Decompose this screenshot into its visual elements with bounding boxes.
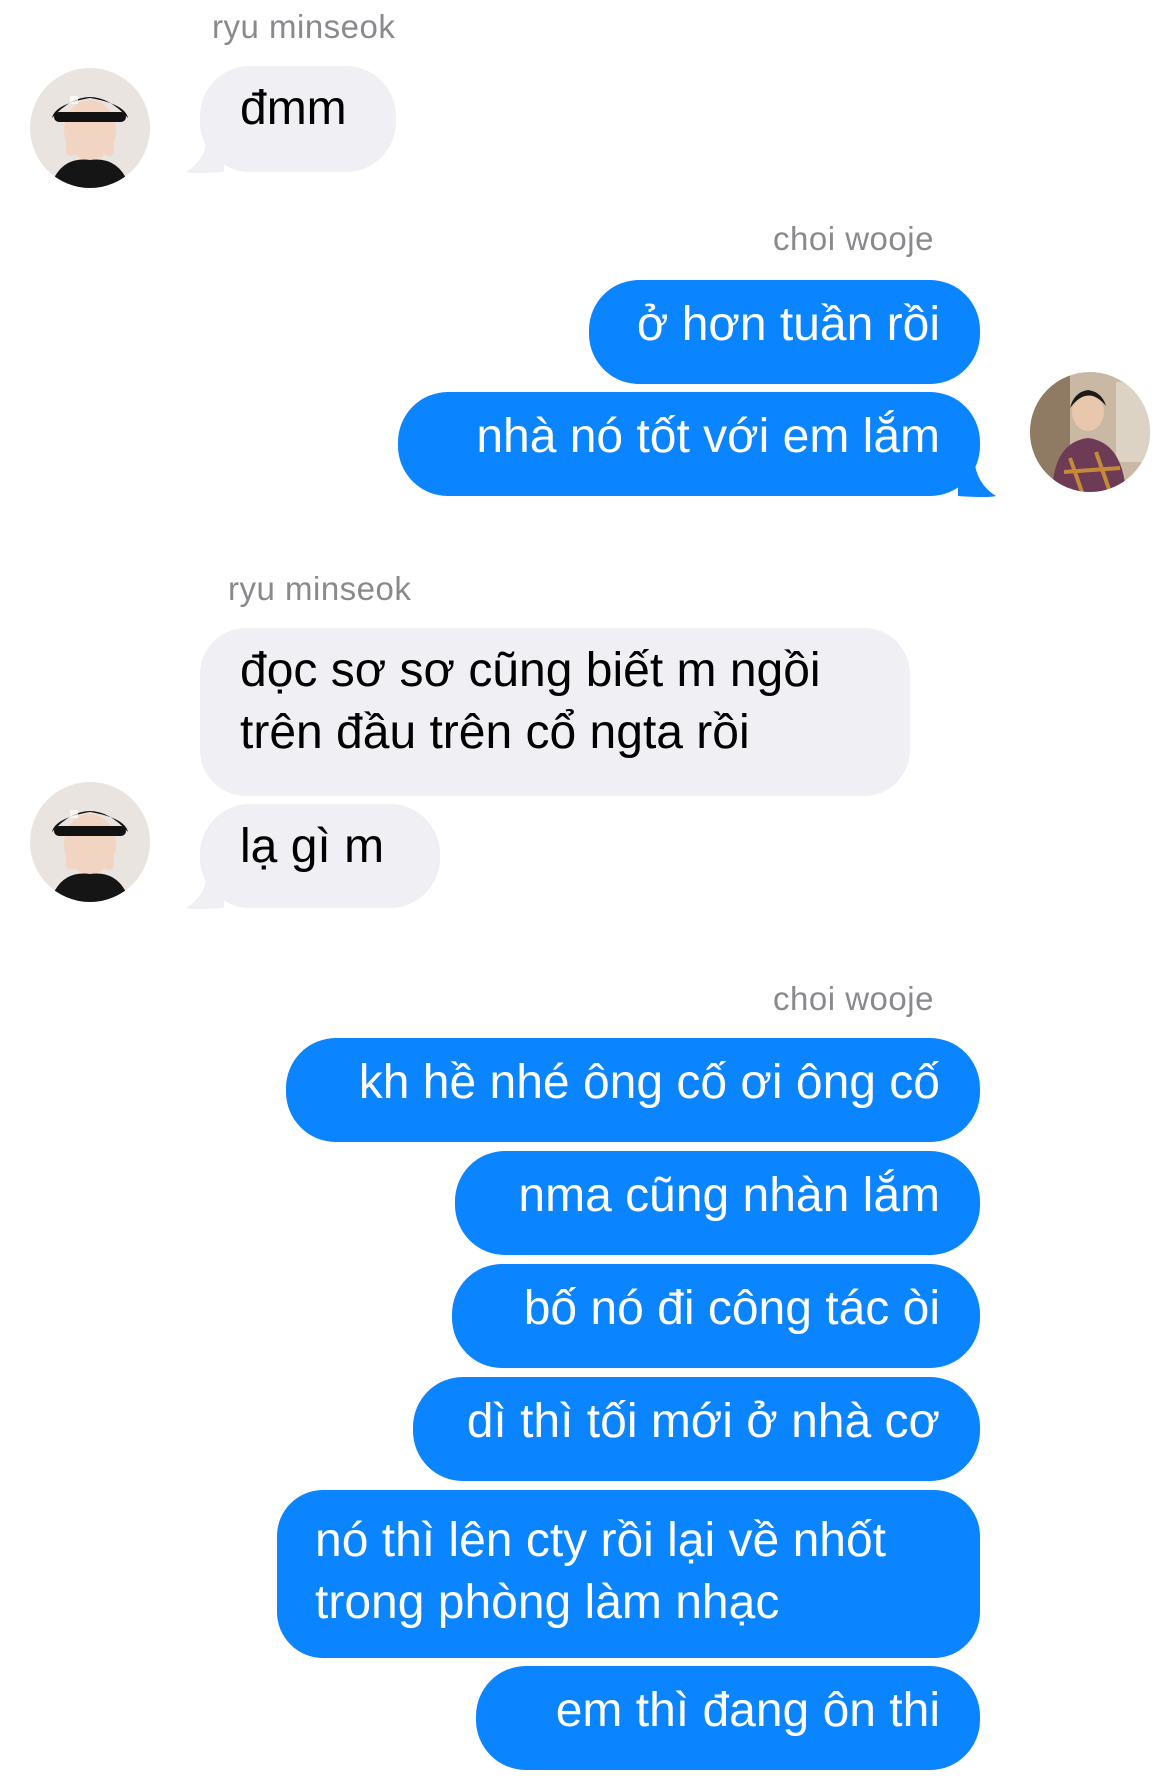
avatar-choi-wooje[interactable]: [1030, 372, 1150, 492]
message-bubble-outgoing[interactable]: bố nó đi công tác òi: [452, 1264, 980, 1368]
message-text-line: trong phòng làm nhạc: [315, 1576, 780, 1629]
message-text: lạ gì m: [240, 820, 385, 873]
sender-name: choi wooje: [773, 980, 934, 1017]
message-bubble-outgoing[interactable]: em thì đang ôn thi: [476, 1666, 980, 1770]
sender-name: ryu minseok: [228, 570, 412, 607]
bubble-tail: [958, 458, 996, 497]
sender-name: choi wooje: [773, 220, 934, 257]
message-text: ở hơn tuần rồi: [636, 298, 940, 351]
message-text: kh hề nhé ông cố ơi ông cố: [358, 1056, 940, 1109]
avatar-ryu-minseok[interactable]: [30, 782, 150, 902]
message-text: đmm: [240, 82, 347, 135]
message-text: bố nó đi công tác òi: [523, 1282, 940, 1335]
message-text: nhà nó tốt với em lắm: [476, 410, 940, 463]
message-bubble-incoming[interactable]: đmm: [200, 66, 396, 172]
bubble-tail: [186, 134, 224, 173]
message-text: em thì đang ôn thi: [555, 1684, 940, 1737]
avatar-ryu-minseok[interactable]: [30, 68, 150, 188]
message-text: nma cũng nhàn lắm: [518, 1169, 940, 1222]
sender-name: ryu minseok: [212, 8, 396, 45]
message-bubble-incoming[interactable]: đọc sơ sơ cũng biết m ngồi trên đầu trên…: [200, 628, 910, 796]
message-bubble-outgoing[interactable]: nó thì lên cty rồi lại về nhốt trong phò…: [277, 1490, 980, 1658]
message-bubble-outgoing[interactable]: nhà nó tốt với em lắm: [398, 392, 980, 496]
bubble-tail: [186, 870, 224, 909]
message-bubble-outgoing[interactable]: ở hơn tuần rồi: [589, 280, 980, 384]
message-text: dì thì tối mới ở nhà cơ: [466, 1395, 940, 1448]
message-bubble-outgoing[interactable]: dì thì tối mới ở nhà cơ: [413, 1377, 980, 1481]
message-text-line: nó thì lên cty rồi lại về nhốt: [315, 1514, 886, 1567]
message-text-line: đọc sơ sơ cũng biết m ngồi: [240, 644, 821, 697]
message-bubble-outgoing[interactable]: nma cũng nhàn lắm: [455, 1151, 980, 1255]
message-bubble-incoming[interactable]: lạ gì m: [200, 804, 440, 908]
message-bubble-outgoing[interactable]: kh hề nhé ông cố ơi ông cố: [286, 1038, 980, 1142]
message-text-line: trên đầu trên cổ ngta rồi: [240, 706, 750, 759]
